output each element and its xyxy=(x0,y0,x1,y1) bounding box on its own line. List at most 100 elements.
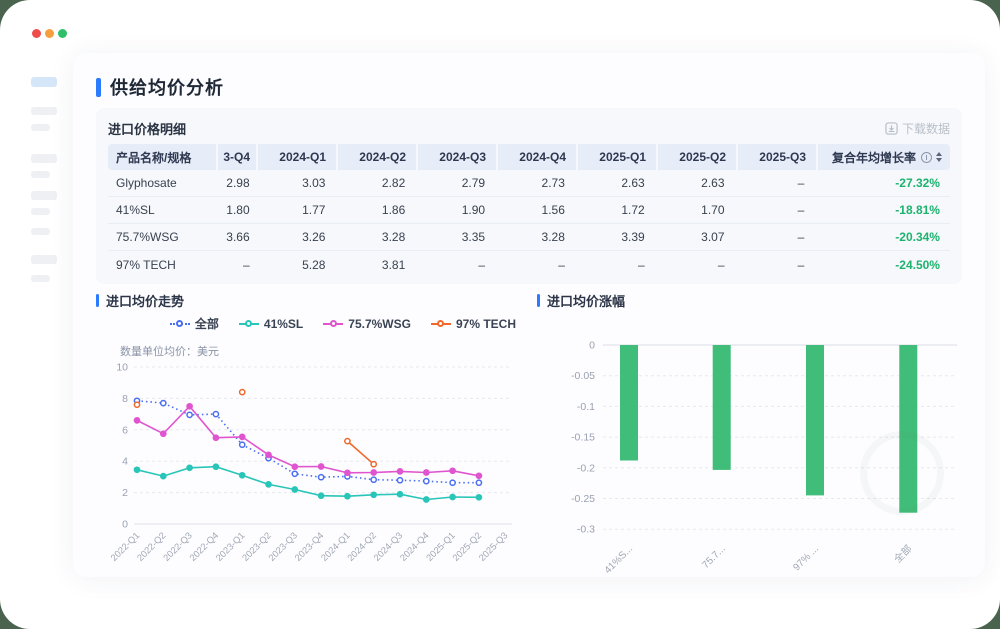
price-cell: 3.26 xyxy=(258,224,336,250)
data-point xyxy=(371,492,376,497)
price-cell: 3.66 xyxy=(218,224,256,250)
data-point xyxy=(450,480,455,485)
line-chart-plot: 02468102022-Q12022-Q22022-Q32022-Q42023-… xyxy=(96,355,520,571)
download-label: 下载数据 xyxy=(902,120,950,137)
data-point xyxy=(397,469,402,474)
col-2024-q2: 2024-Q2 xyxy=(338,144,416,170)
price-cell: – xyxy=(417,251,495,278)
data-point xyxy=(424,479,429,484)
table-section-title: 进口价格明细 xyxy=(108,119,186,138)
sidebar-item[interactable] xyxy=(31,228,50,235)
price-cell: – xyxy=(577,251,655,278)
info-icon[interactable] xyxy=(921,152,932,163)
x-tick-label: 41%S... xyxy=(603,544,636,573)
price-cell: 3.35 xyxy=(417,224,495,250)
table-row: 75.7%WSG3.663.263.283.353.283.393.07–-20… xyxy=(108,224,950,251)
data-point xyxy=(371,462,376,467)
data-point xyxy=(213,435,218,440)
table-row: 97% TECH–5.283.81–––––-24.50% xyxy=(108,251,950,278)
price-cell: 3.28 xyxy=(337,224,415,250)
price-cell: – xyxy=(737,170,815,196)
page-title-text: 供给均价分析 xyxy=(110,74,224,100)
watermark xyxy=(860,431,944,515)
col-2025-q2: 2025-Q2 xyxy=(658,144,736,170)
data-point xyxy=(424,470,429,475)
y-tick-label: 2 xyxy=(122,487,128,499)
data-point xyxy=(476,473,481,478)
data-point xyxy=(345,494,350,499)
import-price-change-chart: 进口均价涨幅 0-0.05-0.1-0.15-0.2-0.25-0.341%S.… xyxy=(537,291,962,573)
legend-label: 41%SL xyxy=(264,317,303,331)
product-name-cell: 41%SL xyxy=(108,197,216,223)
cagr-cell: -18.81% xyxy=(816,197,948,223)
y-tick-label: -0.1 xyxy=(577,401,595,413)
window-controls xyxy=(32,29,67,38)
data-point xyxy=(161,431,166,436)
sidebar-item-active[interactable] xyxy=(31,77,57,87)
y-tick-label: -0.3 xyxy=(577,524,595,536)
y-tick-label: 6 xyxy=(122,424,128,436)
table-row: Glyphosate2.983.032.822.792.732.632.63–-… xyxy=(108,170,950,197)
data-point xyxy=(476,480,481,485)
data-point xyxy=(134,418,139,423)
y-tick-label: -0.15 xyxy=(571,432,595,444)
data-point xyxy=(213,412,218,417)
sidebar-item[interactable] xyxy=(31,208,50,215)
price-cell: 1.70 xyxy=(657,197,735,223)
y-tick-label: 8 xyxy=(122,393,128,405)
data-point xyxy=(240,390,245,395)
col-product-name: 产品名称/规格 xyxy=(108,144,216,170)
maximize-window-icon[interactable] xyxy=(58,29,67,38)
main-card: 供给均价分析 进口价格明细 下载数据 产品名称/规格 3-Q4 2024-Q1 … xyxy=(73,53,985,577)
col-2023-q4-clipped: 3-Q4 xyxy=(218,144,256,170)
price-cell: 3.81 xyxy=(337,251,415,278)
bar-41%S... xyxy=(620,345,638,461)
line-chart-title-text: 进口均价走势 xyxy=(106,291,184,310)
minimize-window-icon[interactable] xyxy=(45,29,54,38)
data-point xyxy=(187,465,192,470)
import-price-table-panel: 进口价格明细 下载数据 产品名称/规格 3-Q4 2024-Q1 2024-Q2… xyxy=(96,108,962,284)
table-row: 41%SL1.801.771.861.901.561.721.70–-18.81… xyxy=(108,197,950,224)
legend-item-全部[interactable]: 全部 xyxy=(170,315,219,332)
sidebar-item[interactable] xyxy=(31,171,50,178)
legend-item-41%SL[interactable]: 41%SL xyxy=(239,317,303,331)
data-point xyxy=(319,464,324,469)
col-2025-q1: 2025-Q1 xyxy=(578,144,656,170)
bar-chart-title: 进口均价涨幅 xyxy=(537,291,962,310)
sidebar-item[interactable] xyxy=(31,275,50,282)
data-point xyxy=(134,402,139,407)
data-point xyxy=(450,468,455,473)
sidebar-item[interactable] xyxy=(31,107,57,115)
data-point xyxy=(213,464,218,469)
data-point xyxy=(134,467,139,472)
price-cell: 3.39 xyxy=(577,224,655,250)
download-data-button[interactable]: 下载数据 xyxy=(885,120,950,137)
y-tick-label: 4 xyxy=(122,456,128,468)
data-point xyxy=(450,494,455,499)
price-cell: 1.56 xyxy=(497,197,575,223)
sort-icon[interactable] xyxy=(936,152,942,162)
price-cell: – xyxy=(737,224,815,250)
bar-chart-title-text: 进口均价涨幅 xyxy=(547,291,625,310)
price-cell: 1.90 xyxy=(417,197,495,223)
data-point xyxy=(319,475,324,480)
bar-97% ... xyxy=(806,345,824,495)
price-cell: 3.03 xyxy=(258,170,336,196)
download-icon xyxy=(885,122,898,135)
data-point xyxy=(292,471,297,476)
legend-item-75.7%WSG[interactable]: 75.7%WSG xyxy=(323,317,411,331)
col-cagr-label: 复合年均增长率 xyxy=(832,149,916,166)
sidebar-item[interactable] xyxy=(31,191,57,200)
data-point xyxy=(345,470,350,475)
sidebar-item[interactable] xyxy=(31,154,57,163)
col-2024-q4: 2024-Q4 xyxy=(498,144,576,170)
sidebar-item[interactable] xyxy=(31,255,57,264)
price-cell: 2.73 xyxy=(497,170,575,196)
data-point xyxy=(424,497,429,502)
price-cell: 1.77 xyxy=(258,197,336,223)
sidebar-item[interactable] xyxy=(31,124,50,131)
chart-legend: 全部 41%SL 75.7%WSG 97% TECH xyxy=(170,315,516,332)
legend-item-97% TECH[interactable]: 97% TECH xyxy=(431,317,516,331)
legend-label: 全部 xyxy=(195,315,219,332)
close-window-icon[interactable] xyxy=(32,29,41,38)
